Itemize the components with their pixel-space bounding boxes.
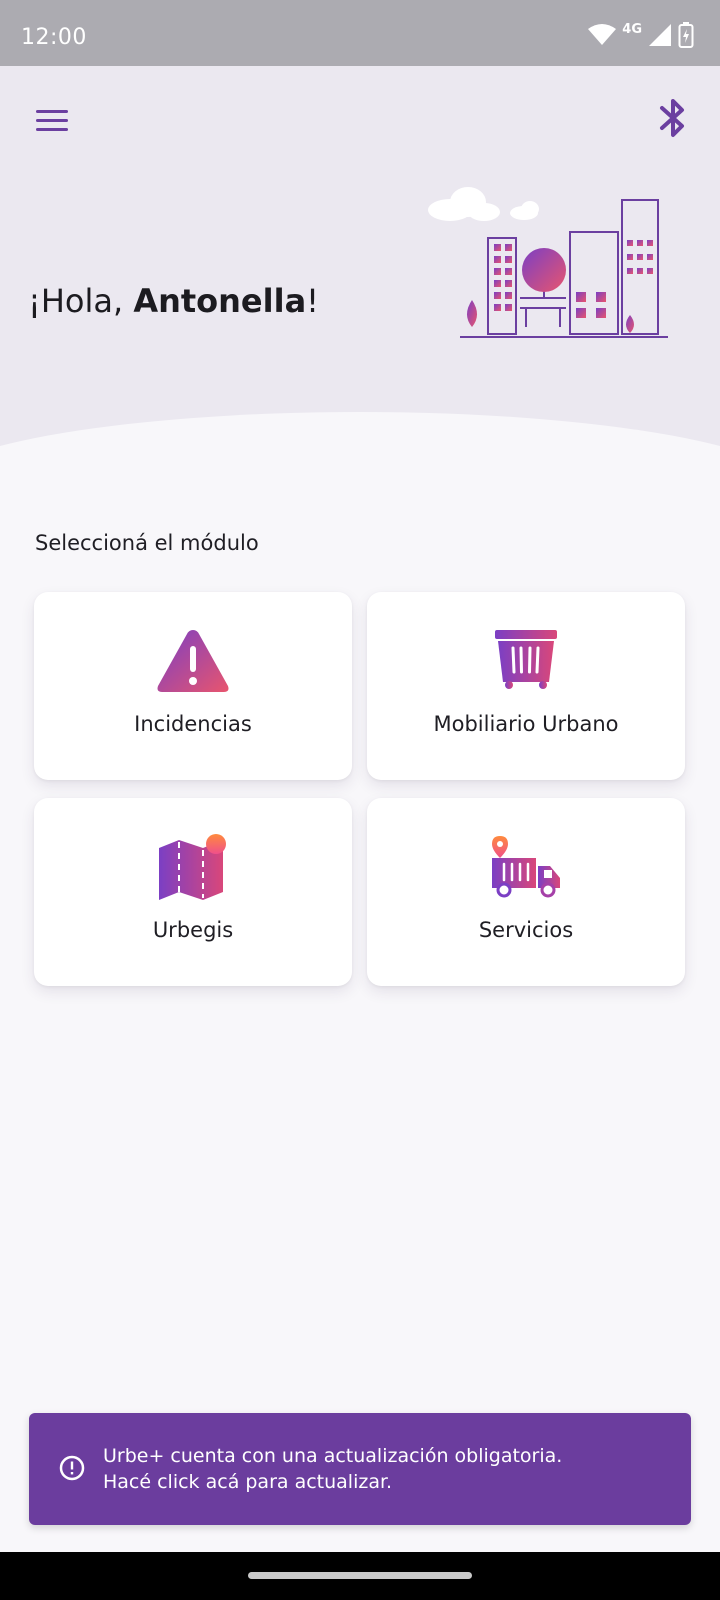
module-label: Mobiliario Urbano xyxy=(433,712,619,736)
status-icons: 4G xyxy=(588,22,694,48)
module-card-urbegis[interactable]: Urbegis xyxy=(34,798,352,986)
module-card-mobiliario-urbano[interactable]: Mobiliario Urbano xyxy=(367,592,685,780)
warning-icon xyxy=(157,630,229,692)
update-message: Urbe+ cuenta con una actualización oblig… xyxy=(103,1443,562,1495)
module-card-incidencias[interactable]: Incidencias xyxy=(34,592,352,780)
hero-curve xyxy=(0,412,720,450)
bluetooth-icon[interactable] xyxy=(656,96,692,140)
module-label: Urbegis xyxy=(152,918,234,942)
section-title: Seleccioná el módulo xyxy=(35,531,259,555)
update-message-line2: Hacé click acá para actualizar. xyxy=(103,1471,393,1493)
greeting: ¡Hola, Antonella! xyxy=(28,282,319,320)
status-time: 12:00 xyxy=(21,25,87,50)
navigation-bar xyxy=(0,1552,720,1600)
module-label: Servicios xyxy=(478,918,574,942)
greeting-prefix: ¡Hola, xyxy=(28,282,134,320)
module-label: Incidencias xyxy=(134,712,252,736)
wifi-icon xyxy=(588,24,617,45)
module-card-servicios[interactable]: Servicios xyxy=(367,798,685,986)
greeting-suffix: ! xyxy=(306,282,319,320)
network-label: 4G xyxy=(622,21,642,37)
city-illustration xyxy=(428,187,668,338)
status-bar: 12:00 4G xyxy=(0,0,720,66)
trash-container-icon xyxy=(495,630,557,689)
signal-icon xyxy=(649,24,671,46)
hamburger-menu-icon xyxy=(36,110,68,113)
truck-icon xyxy=(492,836,560,898)
user-name: Antonella xyxy=(133,282,307,320)
info-icon xyxy=(59,1455,85,1481)
battery-charging-icon xyxy=(678,22,694,48)
update-banner[interactable]: Urbe+ cuenta con una actualización oblig… xyxy=(29,1413,691,1525)
update-message-line1: Urbe+ cuenta con una actualización oblig… xyxy=(103,1445,563,1467)
menu-button[interactable] xyxy=(32,104,72,138)
map-icon xyxy=(159,834,226,900)
home-gesture-handle[interactable] xyxy=(248,1572,472,1579)
